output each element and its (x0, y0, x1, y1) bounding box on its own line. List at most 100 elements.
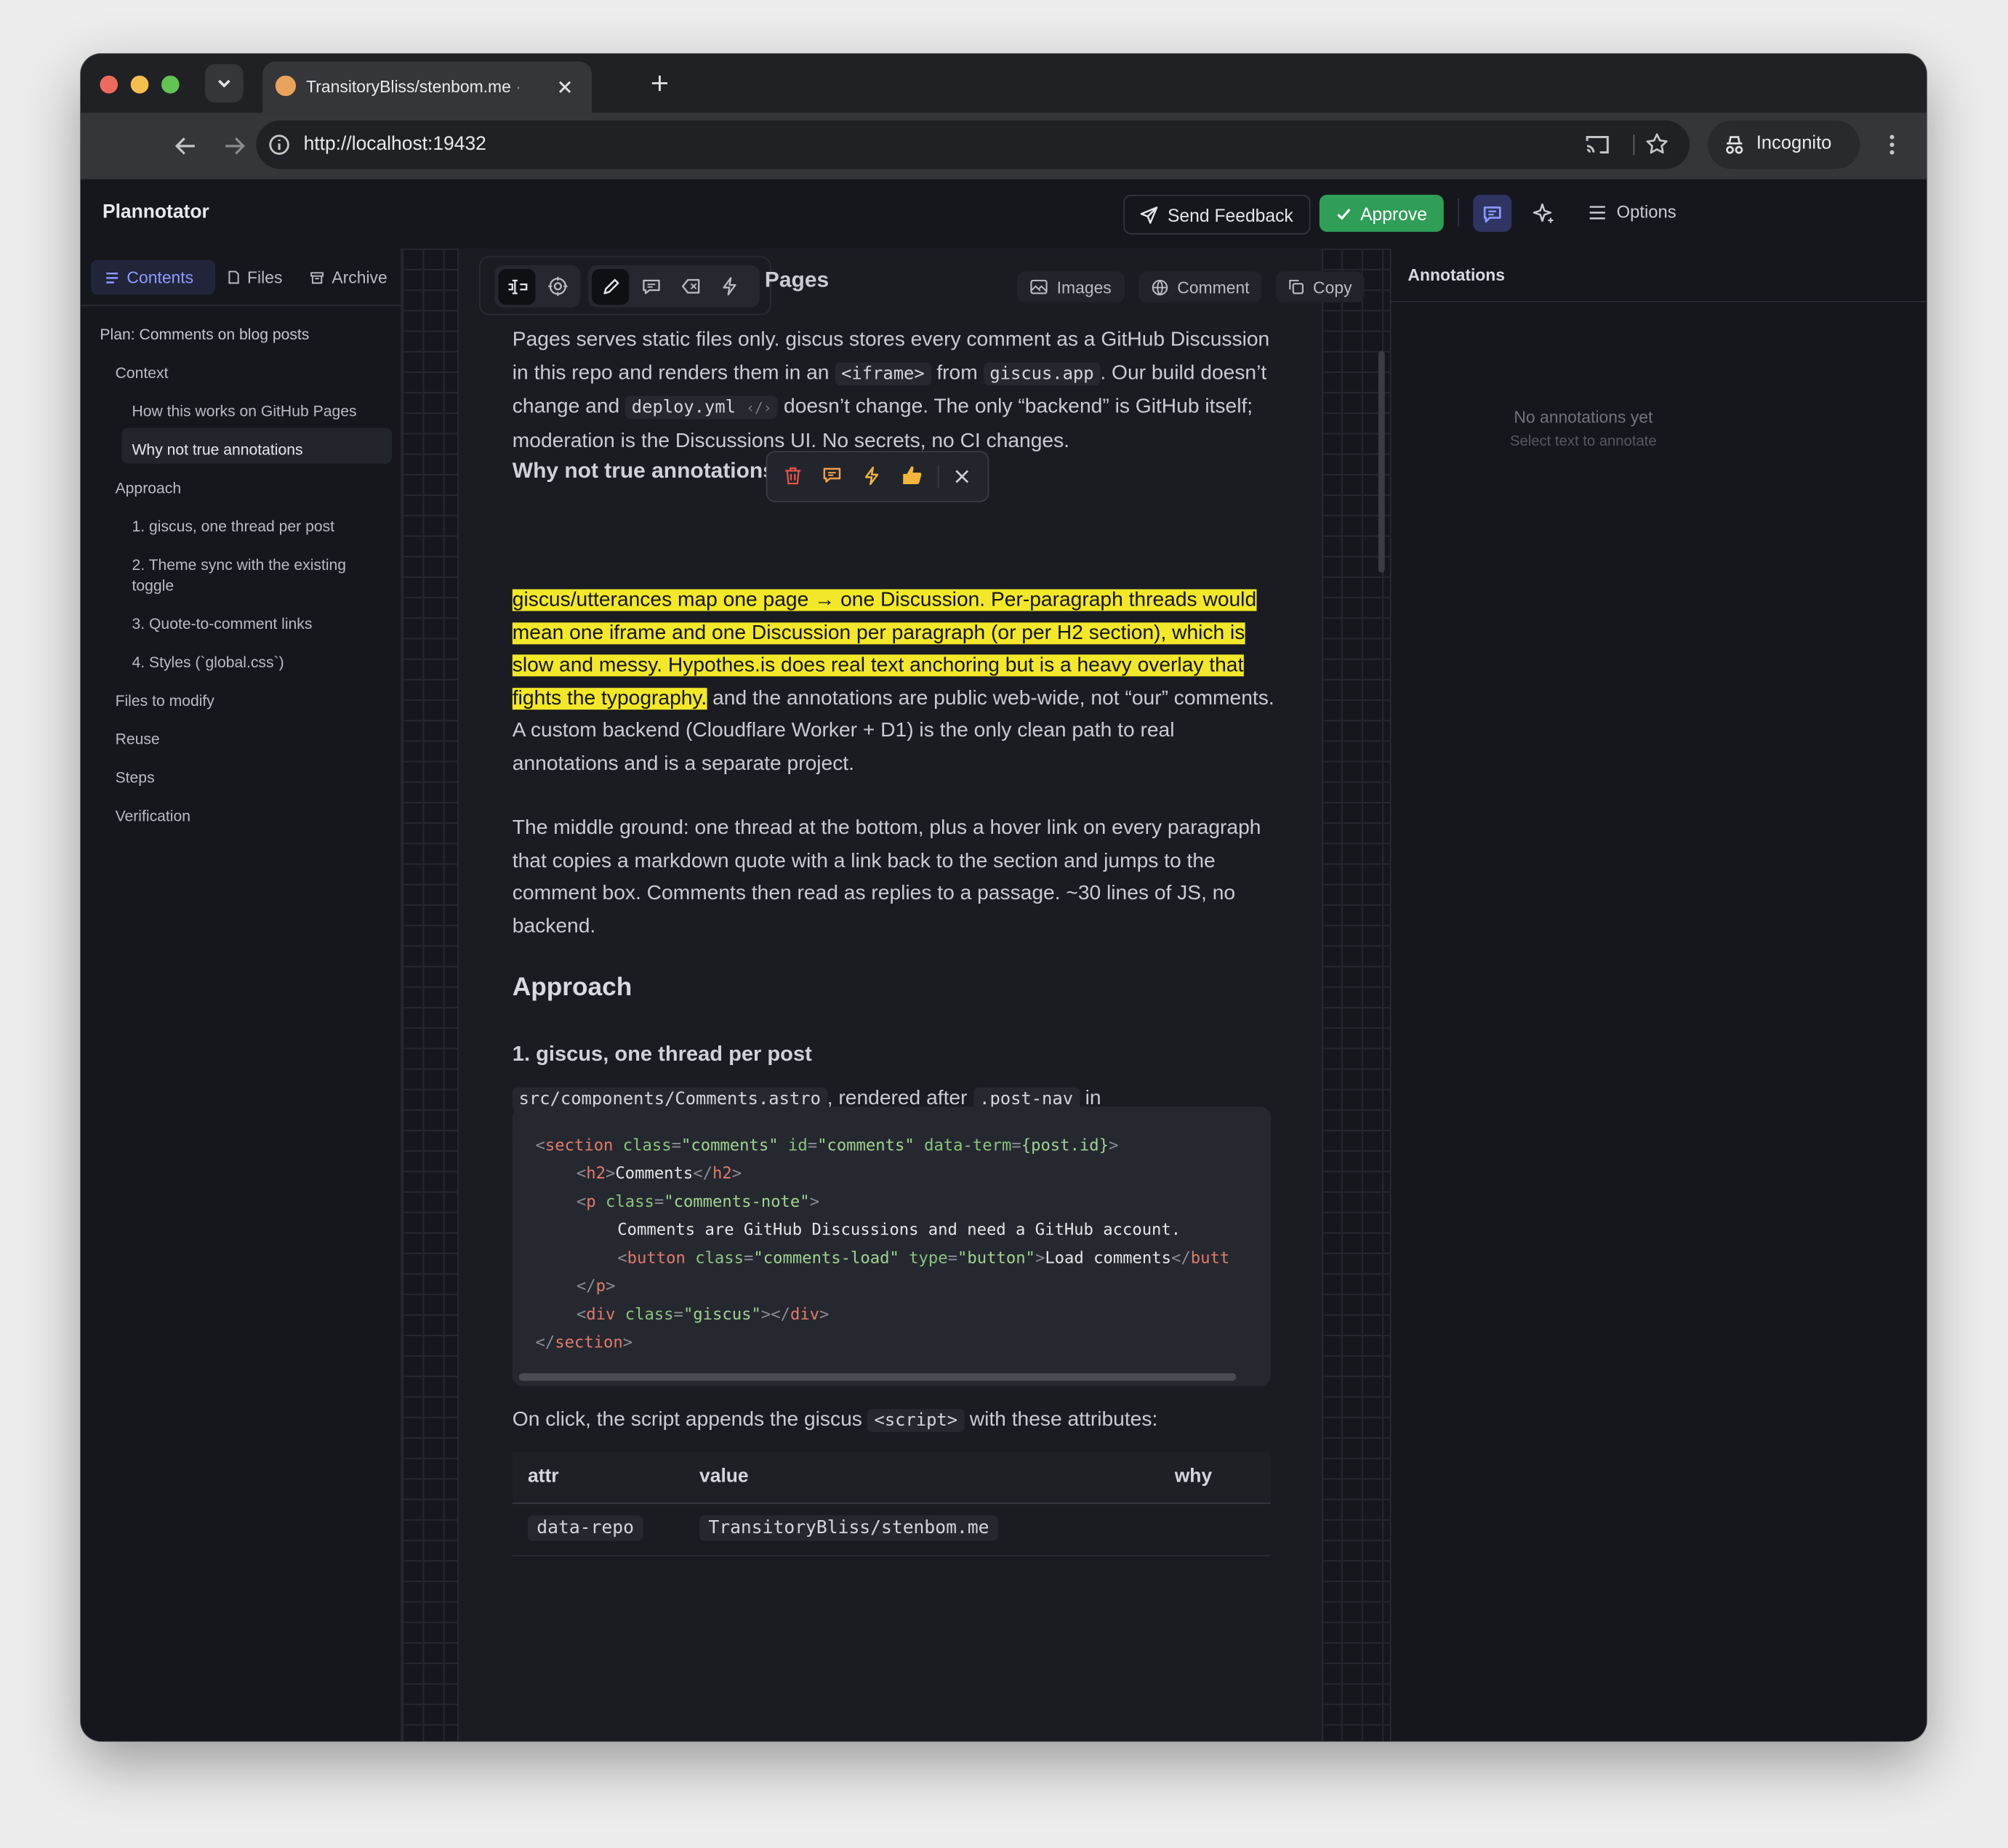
trash-icon[interactable] (784, 466, 802, 485)
menu-icon (1589, 205, 1605, 219)
code-line: <p class="comments-note"> (576, 1191, 820, 1211)
close-icon[interactable] (556, 78, 574, 96)
approve-label: Approve (1360, 203, 1427, 224)
close-icon[interactable] (955, 469, 970, 484)
thumbs-up-icon[interactable] (901, 465, 922, 486)
toolbar-divider (1633, 134, 1635, 156)
toc-item-giscus[interactable]: 1. giscus, one thread per post (132, 516, 334, 537)
inline-code-link[interactable]: deploy.yml ‹/› (625, 395, 779, 419)
canvas-gutter-left (402, 248, 458, 1741)
comment-button[interactable]: Comment (1138, 271, 1263, 302)
inline-code: giscus.app (983, 361, 1101, 385)
plus-icon[interactable] (651, 74, 669, 92)
code-icon: ‹/› (746, 400, 772, 417)
toc-item-styles[interactable]: 4. Styles (`global.css`) (132, 652, 284, 672)
cast-icon[interactable] (1585, 133, 1610, 156)
toc-item-why-not[interactable]: Why not true annotations (132, 439, 302, 459)
popover-divider (937, 465, 939, 489)
forward-icon[interactable] (223, 134, 246, 158)
inline-code-text: deploy.yml (631, 397, 736, 418)
column-header-value: value (699, 1465, 749, 1487)
url-text: http://localhost:19432 (303, 133, 486, 156)
text-span: with these attributes: (963, 1409, 1158, 1431)
tab-files[interactable]: Files (228, 260, 282, 295)
options-button[interactable]: Options (1589, 202, 1676, 222)
sidebar: Contents Files Archive Plan: Comments on… (81, 248, 403, 1741)
target-icon[interactable] (548, 276, 568, 297)
tab-search-button[interactable] (204, 64, 244, 103)
zoom-window-button[interactable] (161, 75, 180, 94)
kebab-icon[interactable] (1888, 133, 1896, 156)
minimize-window-button[interactable] (130, 75, 149, 94)
star-icon[interactable] (1644, 132, 1668, 156)
annotations-panel: Annotations No annotations yet Select te… (1389, 248, 1927, 1741)
eraser-icon[interactable] (681, 278, 700, 294)
tab-bar: TransitoryBliss/stenbom.me · (81, 54, 1927, 113)
archive-icon (310, 271, 324, 284)
toc-item-theme-sync-wrap[interactable]: toggle (132, 575, 174, 595)
annotations-empty: No annotations yet (1514, 407, 1653, 427)
code-line: <button class="comments-load" type="butt… (617, 1248, 1230, 1267)
toc-item-steps[interactable]: Steps (116, 767, 155, 787)
sparkle-icon[interactable] (1532, 202, 1555, 225)
toc-item-github-pages[interactable]: How this works on GitHub Pages (132, 401, 356, 422)
column-header-attr: attr (527, 1465, 559, 1487)
tab-contents-label: Contents (126, 268, 194, 287)
close-window-button[interactable] (100, 75, 119, 94)
incognito-indicator[interactable]: Incognito (1707, 120, 1860, 169)
chevron-down-icon (218, 79, 230, 88)
annotations-divider (1391, 301, 1927, 302)
table-row: data-repo TransitoryBliss/stenbom.me (512, 1504, 1271, 1556)
table-header: attr value why (512, 1451, 1271, 1504)
favicon-icon (275, 75, 297, 97)
info-icon[interactable] (268, 133, 291, 156)
paragraph-github-pages: Pages serves static files only. giscus s… (513, 324, 1281, 458)
heading-why-not: Why not true annotations (512, 458, 775, 483)
bolt-icon[interactable] (864, 466, 880, 486)
toc-item-approach[interactable]: Approach (116, 478, 182, 498)
code-line: <section class="comments" id="comments" … (535, 1135, 1119, 1154)
code-line: </p> (576, 1275, 616, 1295)
comment-icon[interactable] (642, 278, 661, 296)
code-line: </section> (535, 1332, 633, 1351)
send-feedback-label: Send Feedback (1167, 204, 1293, 225)
toc-item-context[interactable]: Context (116, 363, 169, 383)
images-button[interactable]: Images (1017, 271, 1125, 302)
toc-item-quote-links[interactable]: 3. Quote-to-comment links (132, 614, 312, 634)
inline-code: <script> (867, 1409, 964, 1432)
toc-item-theme-sync[interactable]: 2. Theme sync with the existing (132, 555, 346, 575)
copy-button[interactable]: Copy (1275, 271, 1365, 302)
bolt-icon[interactable] (721, 277, 738, 296)
annotations-toggle-button[interactable] (1473, 194, 1512, 232)
comment-label: Comment (1177, 277, 1250, 297)
images-label: Images (1056, 277, 1112, 297)
tab-title-fade: · (515, 76, 521, 97)
select-mode-button[interactable] (498, 269, 536, 305)
tab-archive[interactable]: Archive (310, 260, 387, 295)
address-bar[interactable]: http://localhost:19432 (256, 120, 1690, 169)
approve-button[interactable]: Approve (1319, 194, 1444, 232)
tab-contents[interactable]: Contents (91, 260, 216, 295)
table-cell-attr: data-repo (527, 1515, 643, 1541)
toc-item-files[interactable]: Files to modify (116, 691, 214, 711)
annotations-title: Annotations (1407, 265, 1506, 285)
toc-item-verification[interactable]: Verification (116, 806, 190, 826)
annotations-hint: Select text to annotate (1509, 434, 1657, 450)
doc-scrollbar[interactable] (1378, 350, 1385, 573)
pen-mode-button[interactable] (592, 269, 630, 305)
paragraph-on-click: On click, the script appends the giscus … (513, 1404, 1281, 1438)
annotation-popover (766, 451, 989, 502)
plan-title[interactable]: Plan: Comments on blog posts (100, 324, 309, 345)
code-block[interactable]: <section class="comments" id="comments" … (512, 1106, 1271, 1386)
comment-icon[interactable] (822, 466, 841, 484)
code-scrollbar[interactable] (518, 1373, 1237, 1381)
tab-archive-label: Archive (332, 268, 387, 287)
toc-item-reuse[interactable]: Reuse (116, 729, 160, 750)
send-feedback-button[interactable]: Send Feedback (1123, 194, 1311, 235)
tab-active[interactable]: TransitoryBliss/stenbom.me · (262, 61, 593, 113)
paragraph-why-not: giscus/utterances map one page → one Dis… (512, 584, 1281, 781)
code-line: Comments are GitHub Discussions and need… (617, 1219, 1181, 1239)
back-icon[interactable] (174, 134, 198, 158)
copy-icon (1289, 279, 1304, 294)
app-title: Plannotator (102, 201, 209, 223)
